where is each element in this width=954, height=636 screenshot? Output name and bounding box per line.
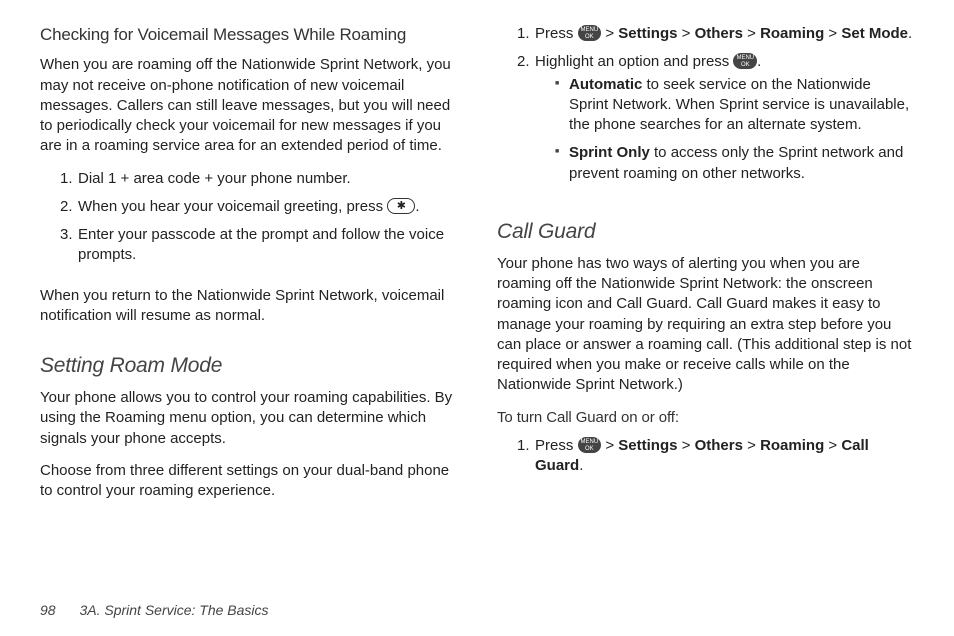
option-sprint-only-label: Sprint Only [569,144,650,161]
cg-gt4: > [824,437,841,454]
menu-label: MENU [581,27,599,33]
page-number: 98 [40,602,56,618]
heading-voicemail-roaming: Checking for Voicemail Messages While Ro… [40,24,457,45]
gt2: > [677,25,694,42]
section-title: 3A. Sprint Service: The Basics [79,602,268,618]
step-nav-call-guard: Press MENUOK > Settings > Others > Roami… [517,436,914,477]
menu-ok-key-icon: MENUOK [733,53,757,69]
gt4: > [824,25,841,42]
cg-gt1: > [601,437,618,454]
menu-ok-key-icon: MENUOK [578,25,602,41]
para-call-guard: Your phone has two ways of alerting you … [497,254,914,396]
nav-set-mode: Set Mode [841,25,908,42]
steps-check-voicemail: Dial 1 + area code + your phone number. … [60,169,457,274]
step-highlight-option: Highlight an option and press MENUOK. Au… [517,52,914,184]
lead-turn-call-guard: To turn Call Guard on or off: [497,408,914,428]
step-nav-set-mode: Press MENUOK > Settings > Others > Roami… [517,24,914,44]
cg-nav-others: Others [695,437,743,454]
para-return-network: When you return to the Nationwide Sprint… [40,286,457,327]
step-passcode: Enter your passcode at the prompt and fo… [60,225,457,266]
columns: Checking for Voicemail Messages While Ro… [40,24,914,582]
option-automatic-label: Automatic [569,76,642,93]
options-list: Automatic to seek service on the Nationw… [555,75,914,184]
menu-label: MENU [736,55,754,61]
ok-label: OK [741,62,750,68]
ok-label: OK [585,446,594,452]
period: . [908,25,912,42]
period2: . [757,53,761,70]
step-press-star: When you hear your voicemail greeting, p… [60,197,457,217]
nav-others: Others [695,25,743,42]
para-voicemail-roaming: When you are roaming off the Nationwide … [40,55,457,156]
menu-label: MENU [581,439,599,445]
heading-call-guard: Call Guard [497,220,914,244]
cg-nav-settings: Settings [618,437,677,454]
ok-label: OK [585,34,594,40]
cg-nav-roaming: Roaming [760,437,824,454]
steps-call-guard: Press MENUOK > Settings > Others > Roami… [517,436,914,485]
steps-set-mode: Press MENUOK > Settings > Others > Roami… [517,24,914,192]
cg-period: . [579,457,583,474]
menu-ok-key-icon: MENUOK [578,437,602,453]
star-key-icon: ✱ [387,198,415,214]
para-roam-control: Your phone allows you to control your ro… [40,388,457,449]
page: Checking for Voicemail Messages While Ro… [0,0,954,636]
left-column: Checking for Voicemail Messages While Ro… [40,24,457,582]
right-column: Press MENUOK > Settings > Others > Roami… [497,24,914,582]
footer: 98 3A. Sprint Service: The Basics [40,602,269,618]
cg-gt3: > [743,437,760,454]
option-sprint-only: Sprint Only to access only the Sprint ne… [555,143,914,184]
step-dial: Dial 1 + area code + your phone number. [60,169,457,189]
gt1: > [601,25,618,42]
cg-gt2: > [677,437,694,454]
step-press-star-text-a: When you hear your voicemail greeting, p… [78,198,387,215]
step-press-star-text-b: . [415,198,419,215]
text-highlight: Highlight an option and press [535,53,733,70]
nav-roaming: Roaming [760,25,824,42]
para-three-settings: Choose from three different settings on … [40,461,457,502]
option-automatic: Automatic to seek service on the Nationw… [555,75,914,136]
text-press: Press [535,25,578,42]
nav-settings: Settings [618,25,677,42]
text-press-cg: Press [535,437,578,454]
heading-setting-roam-mode: Setting Roam Mode [40,354,457,378]
gt3: > [743,25,760,42]
